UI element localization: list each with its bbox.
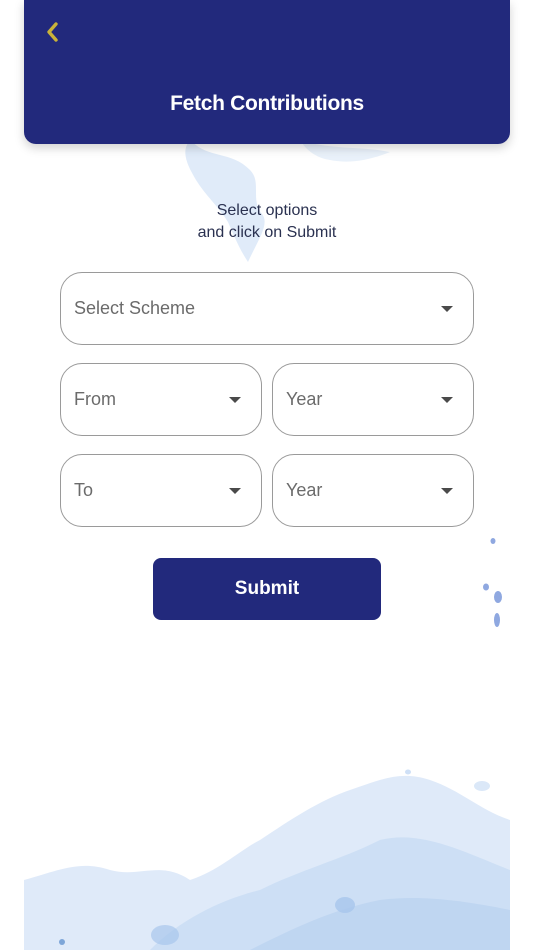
page-title: Fetch Contributions	[170, 92, 364, 115]
scheme-dropdown[interactable]: Select Scheme	[60, 272, 474, 345]
instructions-line-1: Select options	[216, 202, 318, 219]
to-month-dropdown[interactable]: To	[60, 454, 262, 527]
instructions-line-2: and click on Submit	[197, 224, 337, 241]
caret-down-icon	[441, 305, 453, 312]
from-year-dropdown[interactable]: Year	[272, 363, 474, 436]
from-month-dropdown[interactable]: From	[60, 363, 262, 436]
caret-down-icon	[229, 487, 241, 494]
from-year-label: Year	[286, 389, 323, 409]
from-month-label: From	[74, 389, 116, 409]
fetch-contributions-screen: Fetch Contributions Select options and c…	[0, 0, 534, 950]
caret-down-icon	[441, 487, 453, 494]
chevron-left-icon	[47, 22, 58, 42]
back-button[interactable]	[38, 18, 66, 46]
instructions-text: Select options and click on Submit	[0, 200, 534, 244]
caret-down-icon	[229, 396, 241, 403]
to-year-label: Year	[286, 480, 323, 500]
caret-down-icon	[441, 396, 453, 403]
to-year-dropdown[interactable]: Year	[272, 454, 474, 527]
scheme-dropdown-label: Select Scheme	[74, 298, 196, 318]
app-header: Fetch Contributions	[24, 0, 510, 144]
to-month-label: To	[74, 480, 94, 500]
submit-button[interactable]: Submit	[153, 558, 381, 620]
